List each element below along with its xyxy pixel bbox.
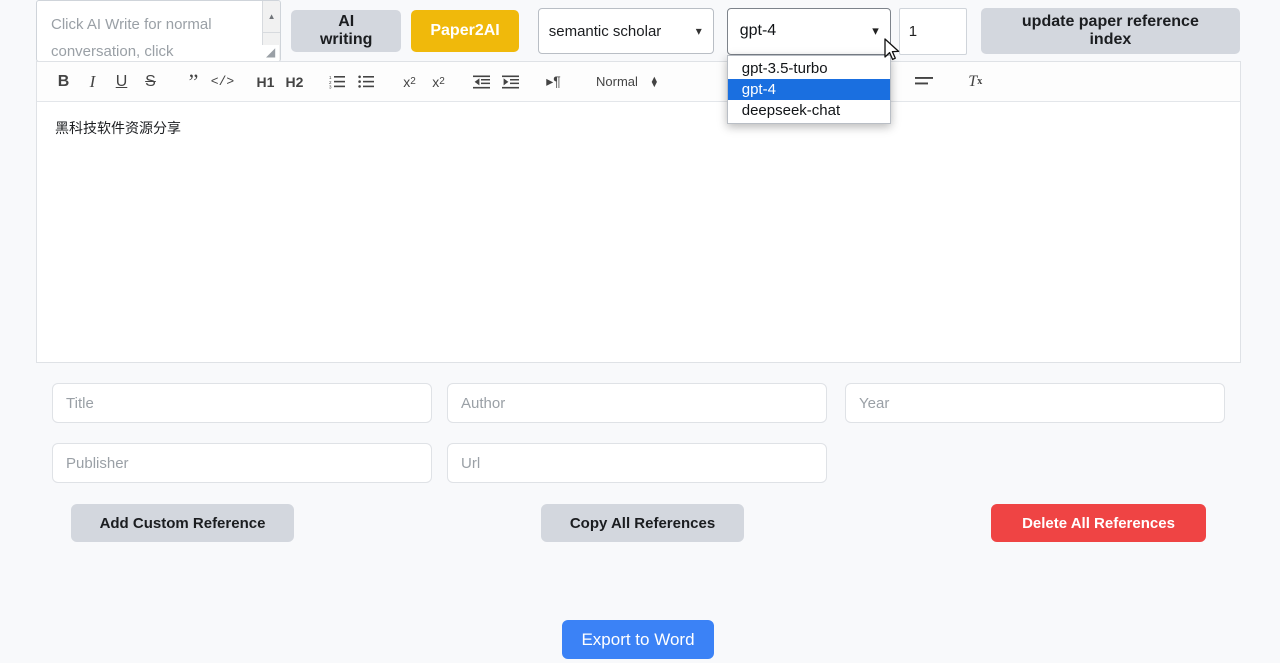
reference-count-input[interactable] xyxy=(899,8,967,55)
spinner-up-icon[interactable]: ▲ xyxy=(263,1,280,33)
model-option-gpt-3-5-turbo[interactable]: gpt-3.5-turbo xyxy=(728,58,890,79)
model-select-value: gpt-4 xyxy=(740,22,776,40)
delete-all-references-button[interactable]: Delete All References xyxy=(991,504,1206,542)
blockquote-icon[interactable]: ” xyxy=(179,69,208,95)
subscript-icon[interactable]: x2 xyxy=(395,69,424,95)
top-toolbar: ▲ ▼ ◢ AI writing Paper2AI semantic schol… xyxy=(36,0,1240,62)
underline-icon[interactable]: U xyxy=(107,69,136,95)
align-icon[interactable] xyxy=(910,69,939,95)
heading-2-label: H2 xyxy=(286,74,304,90)
code-block-icon[interactable]: </> xyxy=(208,69,237,95)
resize-handle-icon[interactable]: ◢ xyxy=(262,45,279,61)
export-to-word-button[interactable]: Export to Word xyxy=(562,620,714,659)
clear-formatting-icon[interactable]: Tx xyxy=(961,69,990,95)
model-select-wrapper: gpt-4 ▾ gpt-3.5-turbo gpt-4 deepseek-cha… xyxy=(727,8,891,55)
source-select[interactable]: semantic scholar xyxy=(538,8,714,54)
italic-icon[interactable]: I xyxy=(78,69,107,95)
copy-all-references-button[interactable]: Copy All References xyxy=(541,504,744,542)
publisher-input[interactable] xyxy=(52,443,432,483)
sort-arrows-icon: ▲▼ xyxy=(650,77,659,87)
model-option-gpt-4[interactable]: gpt-4 xyxy=(728,79,890,100)
model-option-deepseek-chat[interactable]: deepseek-chat xyxy=(728,100,890,121)
ai-writing-button[interactable]: AI writing xyxy=(291,10,401,52)
heading-level-select[interactable]: Normal ▲▼ xyxy=(590,69,665,95)
rich-text-editor: B I U S ” </> H1 H2 1 2 3 x2 xyxy=(36,61,1241,363)
url-input[interactable] xyxy=(447,443,827,483)
outdent-icon[interactable] xyxy=(467,69,496,95)
heading-2-icon[interactable]: H2 xyxy=(280,69,309,95)
superscript-icon[interactable]: x2 xyxy=(424,69,453,95)
chevron-down-icon: ▾ xyxy=(872,23,879,39)
author-input[interactable] xyxy=(447,383,827,423)
ordered-list-icon[interactable]: 1 2 3 xyxy=(323,69,352,95)
reference-form-row-1 xyxy=(52,383,1225,423)
prompt-textarea-wrapper: ▲ ▼ ◢ xyxy=(36,0,281,62)
bullet-list-icon[interactable] xyxy=(352,69,381,95)
model-select-menu[interactable]: gpt-3.5-turbo gpt-4 deepseek-chat xyxy=(727,55,891,124)
strikethrough-icon[interactable]: S xyxy=(136,69,165,95)
source-select-wrapper: semantic scholar ▾ xyxy=(519,8,714,54)
reference-form-row-2 xyxy=(52,443,827,483)
text-direction-icon[interactable]: ▸¶ xyxy=(539,69,568,95)
bold-icon[interactable]: B xyxy=(49,69,78,95)
paper2ai-button[interactable]: Paper2AI xyxy=(411,10,518,52)
title-input[interactable] xyxy=(52,383,432,423)
heading-level-value: Normal xyxy=(596,74,638,89)
indent-icon[interactable] xyxy=(496,69,525,95)
model-select[interactable]: gpt-4 ▾ xyxy=(727,8,891,55)
prompt-input[interactable] xyxy=(37,1,280,61)
year-input[interactable] xyxy=(845,383,1225,423)
editor-toolbar: B I U S ” </> H1 H2 1 2 3 x2 xyxy=(37,62,1240,102)
update-paper-reference-index-button[interactable]: update paper reference index xyxy=(981,8,1240,54)
editor-content[interactable]: 黑科技软件资源分享 xyxy=(37,102,1240,362)
add-custom-reference-button[interactable]: Add Custom Reference xyxy=(71,504,294,542)
heading-1-icon[interactable]: H1 xyxy=(251,69,280,95)
heading-1-label: H1 xyxy=(257,74,275,90)
svg-text:3: 3 xyxy=(329,85,332,90)
